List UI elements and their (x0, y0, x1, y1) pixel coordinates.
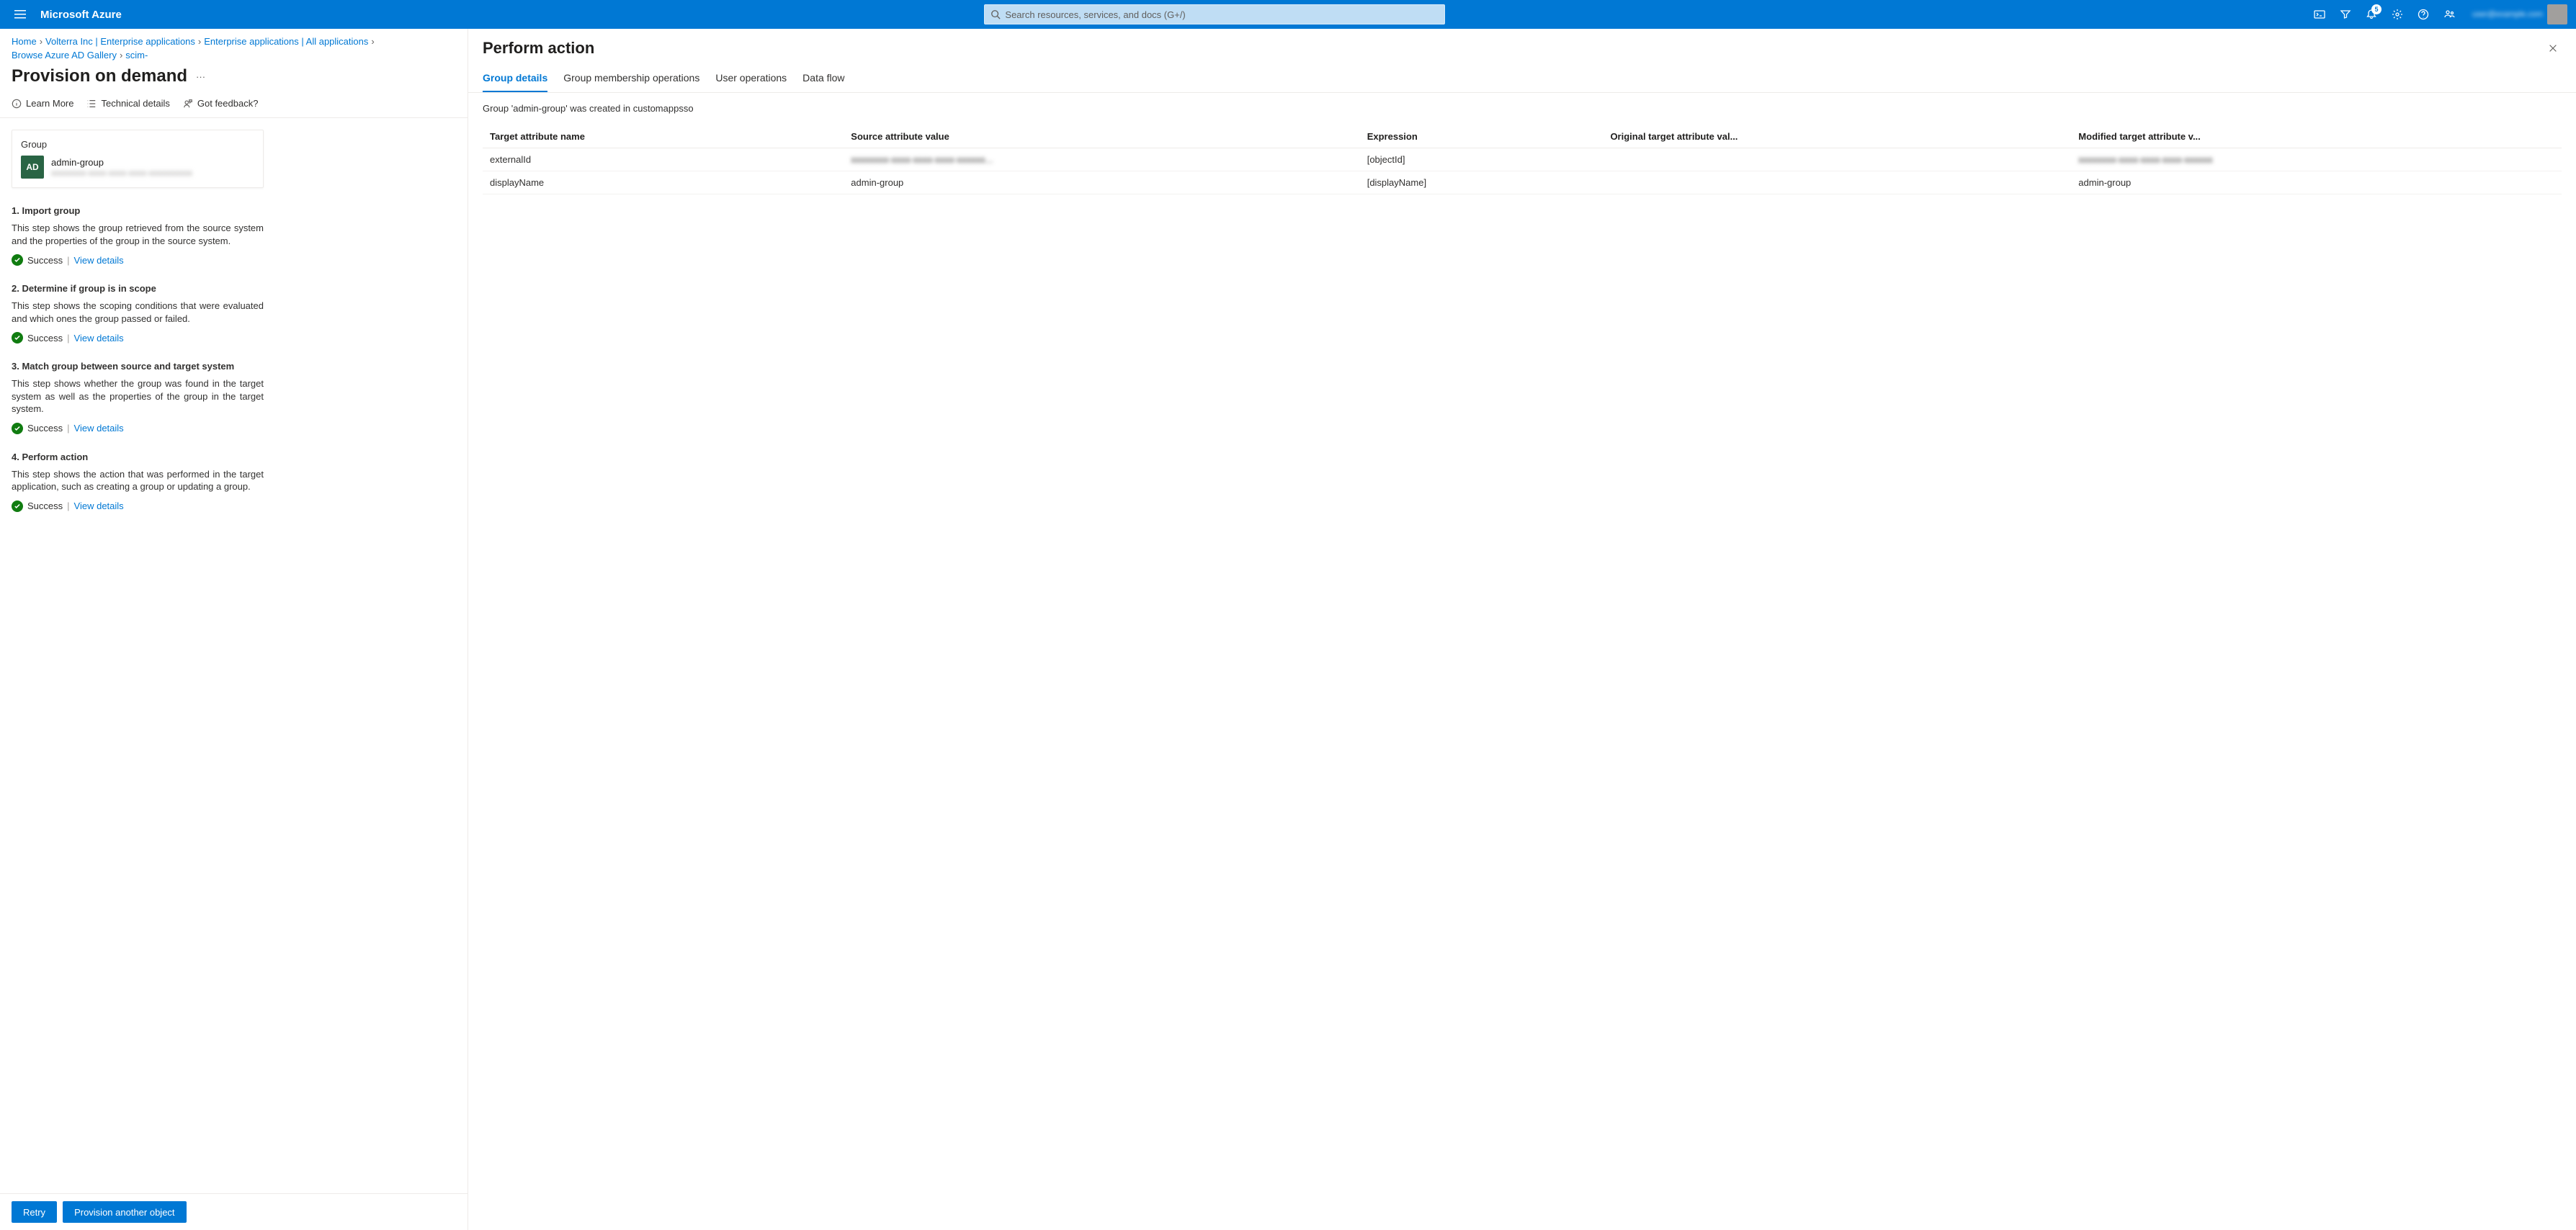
provision-pane: Home › Volterra Inc | Enterprise applica… (0, 29, 468, 1230)
more-actions-icon[interactable]: ··· (196, 71, 205, 82)
search-input[interactable] (1005, 9, 1439, 20)
breadcrumb-link[interactable]: scim- (125, 50, 148, 60)
technical-details-button[interactable]: Technical details (86, 98, 169, 109)
page-title: Provision on demand (12, 66, 187, 86)
avatar (2547, 4, 2567, 24)
cell-expression: [objectId] (1360, 148, 1604, 171)
close-panel-icon[interactable] (2544, 40, 2562, 57)
step-status-text: Success (27, 255, 63, 266)
table-column-header[interactable]: Original target attribute val... (1603, 125, 2071, 148)
breadcrumb-link[interactable]: Browse Azure AD Gallery (12, 50, 117, 60)
panel-info-text: Group 'admin-group' was created in custo… (483, 103, 2562, 114)
step-title: 2. Determine if group is in scope (12, 283, 264, 294)
breadcrumb-link[interactable]: Enterprise applications | All applicatio… (204, 36, 368, 47)
hamburger-menu-icon[interactable] (6, 9, 35, 20)
directory-filter-icon[interactable] (2334, 3, 2357, 26)
feedback-button[interactable]: Got feedback? (183, 98, 259, 109)
table-column-header[interactable]: Target attribute name (483, 125, 844, 148)
view-details-link[interactable]: View details (74, 333, 124, 344)
breadcrumb-link[interactable]: Home (12, 36, 37, 47)
attribute-table: Target attribute nameSource attribute va… (483, 125, 2562, 194)
cell-original (1603, 148, 2071, 171)
success-check-icon (12, 423, 23, 434)
notification-count-badge: 5 (2371, 4, 2382, 14)
global-search[interactable] (984, 4, 1445, 24)
step-description: This step shows the action that was perf… (12, 468, 264, 493)
chevron-right-icon: › (120, 50, 122, 60)
retry-button[interactable]: Retry (12, 1201, 57, 1223)
cell-target: externalId (483, 148, 844, 171)
step-block: 3. Match group between source and target… (12, 361, 264, 434)
panel-tab[interactable]: Group membership operations (563, 72, 699, 92)
person-feedback-icon (183, 99, 193, 109)
brand-label[interactable]: Microsoft Azure (40, 9, 122, 21)
step-block: 2. Determine if group is in scope This st… (12, 283, 264, 344)
details-panel: Perform action Group details Group member… (468, 29, 2576, 1230)
breadcrumb-link[interactable]: Volterra Inc | Enterprise applications (45, 36, 195, 47)
provision-another-button[interactable]: Provision another object (63, 1201, 186, 1223)
step-title: 1. Import group (12, 205, 264, 216)
group-card-label: Group (21, 139, 254, 150)
step-description: This step shows the group retrieved from… (12, 222, 264, 247)
cloud-shell-icon[interactable] (2308, 3, 2331, 26)
group-card: Group AD admin-group xxxxxxxx-xxxx-xxxx-… (12, 130, 264, 188)
group-badge: AD (21, 156, 44, 179)
settings-gear-icon[interactable] (2386, 3, 2409, 26)
table-row[interactable]: externalIdxxxxxxxx-xxxx-xxxx-xxxx-xxxxxx… (483, 148, 2562, 171)
notifications-icon[interactable]: 5 (2360, 3, 2383, 26)
view-details-link[interactable]: View details (74, 255, 124, 266)
chevron-right-icon: › (371, 36, 374, 47)
cell-source: xxxxxxxx-xxxx-xxxx-xxxx-xxxxxx... (844, 148, 1359, 171)
chevron-right-icon: › (198, 36, 201, 47)
step-status-text: Success (27, 333, 63, 344)
step-block: 1. Import group This step shows the group… (12, 205, 264, 266)
step-title: 3. Match group between source and target… (12, 361, 264, 372)
list-icon (86, 99, 97, 109)
table-row[interactable]: displayNameadmin-group[displayName]admin… (483, 171, 2562, 194)
search-icon (990, 9, 1001, 19)
cell-expression: [displayName] (1360, 171, 1604, 194)
bottom-action-bar: Retry Provision another object (0, 1193, 468, 1230)
panel-title: Perform action (483, 39, 594, 58)
table-column-header[interactable]: Modified target attribute v... (2071, 125, 2562, 148)
step-status-text: Success (27, 500, 63, 511)
help-icon[interactable] (2412, 3, 2435, 26)
step-description: This step shows whether the group was fo… (12, 377, 264, 416)
info-icon (12, 99, 22, 109)
success-check-icon (12, 332, 23, 344)
group-name: admin-group (51, 157, 192, 168)
feedback-icon[interactable] (2438, 3, 2461, 26)
topbar: Microsoft Azure 5 user@example.com (0, 0, 2576, 29)
panel-tabs: Group details Group membership operations… (468, 65, 2576, 93)
panel-tab[interactable]: Group details (483, 72, 547, 92)
cell-modified: admin-group (2071, 171, 2562, 194)
cell-original (1603, 171, 2071, 194)
table-column-header[interactable]: Expression (1360, 125, 1604, 148)
step-description: This step shows the scoping conditions t… (12, 300, 264, 325)
success-check-icon (12, 254, 23, 266)
cell-source: admin-group (844, 171, 1359, 194)
breadcrumb: Home › Volterra Inc | Enterprise applica… (0, 29, 468, 63)
table-column-header[interactable]: Source attribute value (844, 125, 1359, 148)
cell-target: displayName (483, 171, 844, 194)
panel-tab[interactable]: Data flow (802, 72, 844, 92)
view-details-link[interactable]: View details (74, 500, 124, 511)
account-menu[interactable]: user@example.com (2469, 3, 2570, 26)
step-title: 4. Perform action (12, 452, 264, 462)
step-block: 4. Perform action This step shows the act… (12, 452, 264, 512)
group-id: xxxxxxxx-xxxx-xxxx-xxxx-xxxxxxxxxx (51, 168, 192, 178)
success-check-icon (12, 500, 23, 512)
learn-more-button[interactable]: Learn More (12, 98, 73, 109)
step-status-text: Success (27, 423, 63, 434)
chevron-right-icon: › (40, 36, 43, 47)
account-label: user@example.com (2472, 10, 2543, 19)
view-details-link[interactable]: View details (74, 423, 124, 434)
cell-modified: xxxxxxxx-xxxx-xxxx-xxxx-xxxxxx (2071, 148, 2562, 171)
toolbar: Learn More Technical details Got feedbac… (0, 92, 468, 118)
panel-tab[interactable]: User operations (715, 72, 787, 92)
